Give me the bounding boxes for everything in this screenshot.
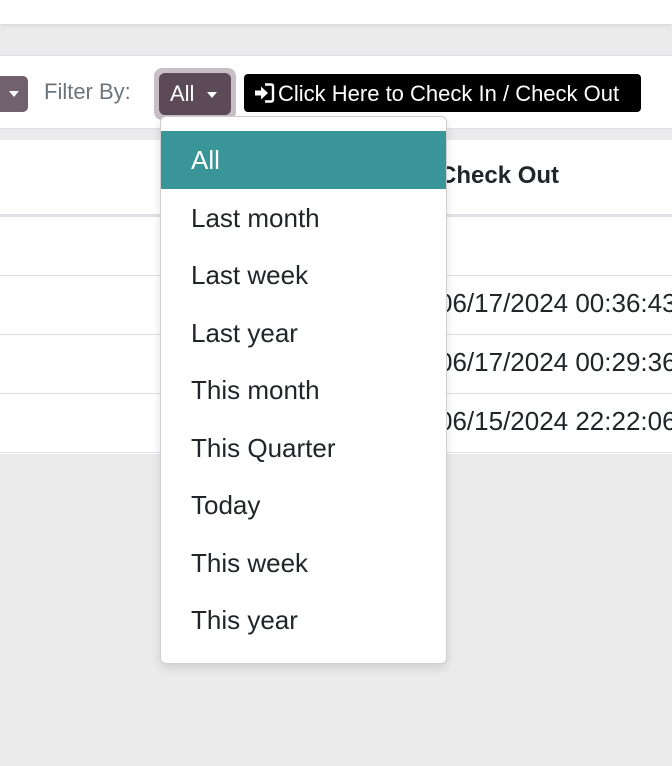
check-out-cell: 06/15/2024 22:22:06 <box>438 406 672 436</box>
filter-selected-value: All <box>170 81 195 106</box>
filter-option-this-month[interactable]: This month <box>161 361 446 419</box>
filter-option-this-year[interactable]: This year <box>161 591 446 649</box>
filter-option-today[interactable]: Today <box>161 476 446 534</box>
sign-in-icon <box>255 83 275 103</box>
filter-dropdown-focus-ring: All <box>154 68 236 120</box>
filter-dropdown-menu: All Last month Last week Last year This … <box>160 116 447 664</box>
filter-option-this-quarter[interactable]: This Quarter <box>161 419 446 477</box>
check-in-check-out-label: Click Here to Check In / Check Out <box>278 81 620 106</box>
check-in-check-out-button[interactable]: Click Here to Check In / Check Out <box>244 74 641 112</box>
filter-by-label: Filter By: <box>44 79 131 104</box>
filter-option-this-week[interactable]: This week <box>161 534 446 592</box>
filter-option-last-year[interactable]: Last year <box>161 304 446 362</box>
filter-option-last-week[interactable]: Last week <box>161 246 446 304</box>
top-navbar <box>0 0 672 24</box>
caret-down-icon <box>9 91 19 97</box>
filter-option-last-month[interactable]: Last month <box>161 189 446 247</box>
filter-dropdown-button[interactable]: All <box>159 73 231 115</box>
column-header-check-out[interactable]: Check Out <box>439 162 559 190</box>
filter-option-all[interactable]: All <box>161 131 446 189</box>
caret-down-icon <box>207 92 217 98</box>
check-out-cell: 06/17/2024 00:29:36 <box>438 347 672 377</box>
check-out-cell: 06/17/2024 00:36:43 <box>438 288 672 318</box>
previous-dropdown-button[interactable] <box>0 76 28 112</box>
